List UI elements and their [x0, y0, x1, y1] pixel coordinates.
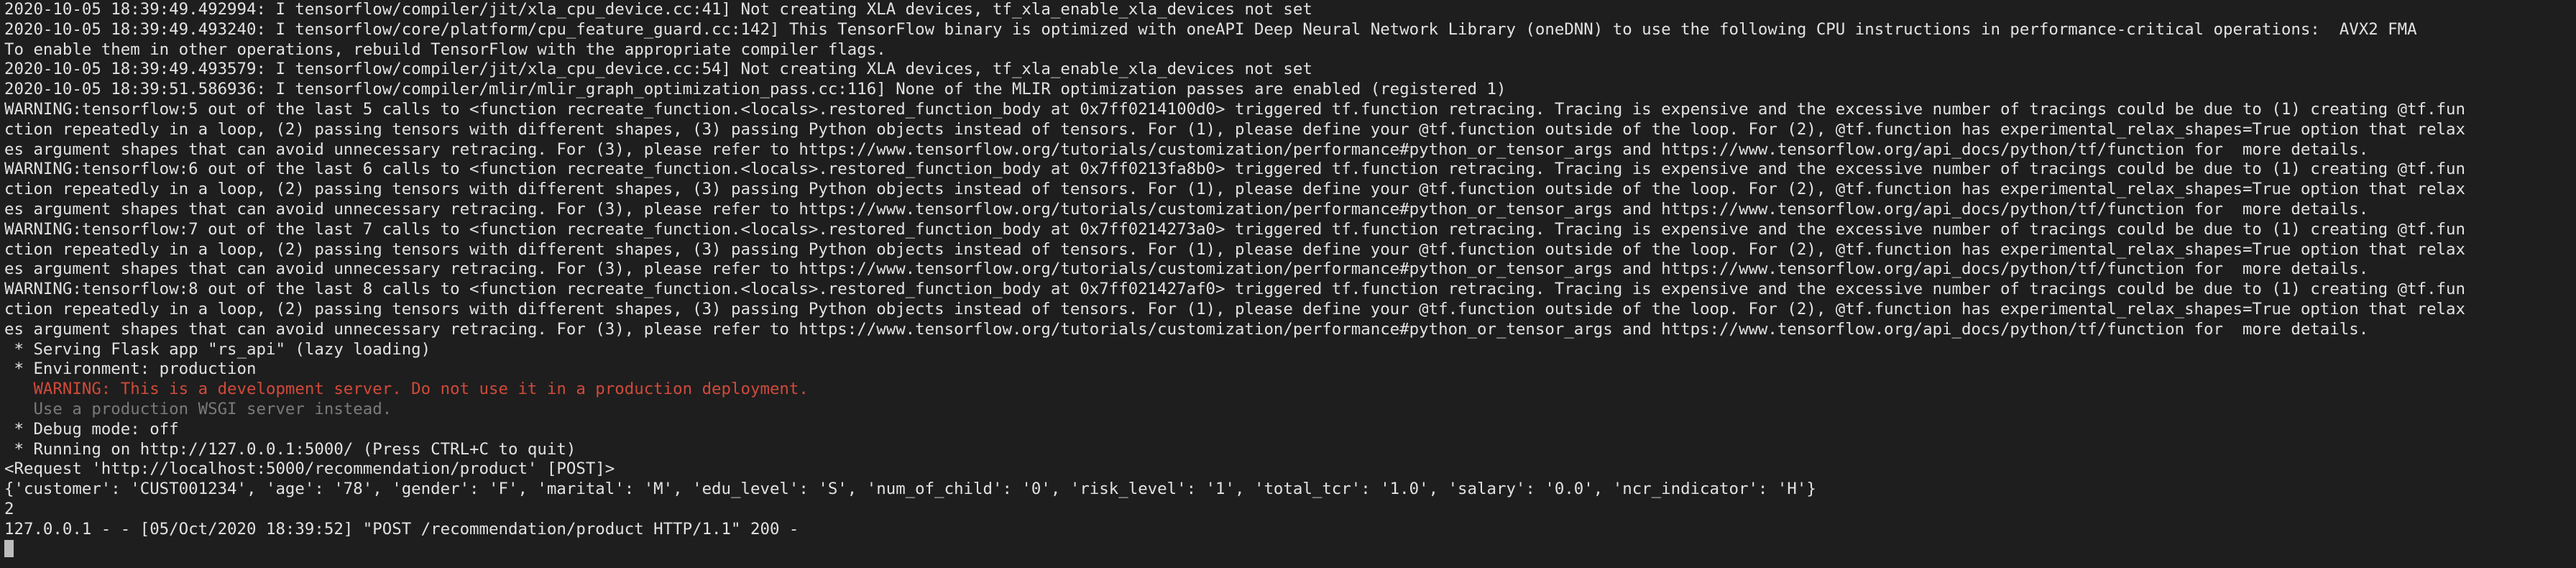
- terminal-line: es argument shapes that can avoid unnece…: [4, 199, 2369, 219]
- terminal-prompt-line[interactable]: [4, 539, 2576, 560]
- terminal-line: es argument shapes that can avoid unnece…: [4, 260, 2369, 279]
- terminal-line: * Running on http://127.0.0.1:5000/ (Pre…: [4, 439, 576, 459]
- terminal-line: <Request 'http://localhost:5000/recommen…: [4, 459, 615, 479]
- terminal-line: WARNING:tensorflow:5 out of the last 5 c…: [4, 99, 2465, 119]
- terminal-line: Use a production WSGI server instead.: [4, 399, 392, 418]
- terminal-line: * Serving Flask app "rs_api" (lazy loadi…: [4, 339, 431, 359]
- terminal-line: ction repeatedly in a loop, (2) passing …: [4, 119, 2465, 139]
- terminal-line: 127.0.0.1 - - [05/Oct/2020 18:39:52] "PO…: [4, 519, 799, 539]
- terminal-line: 2020-10-05 18:39:49.493579: I tensorflow…: [4, 60, 1312, 79]
- terminal-line: es argument shapes that can avoid unnece…: [4, 319, 2369, 339]
- terminal-line: WARNING: This is a development server. D…: [4, 380, 809, 399]
- terminal-line: ction repeatedly in a loop, (2) passing …: [4, 180, 2465, 199]
- terminal-line: WARNING:tensorflow:7 out of the last 7 c…: [4, 219, 2465, 239]
- terminal-line: ction repeatedly in a loop, (2) passing …: [4, 299, 2465, 319]
- text-cursor: [4, 539, 14, 557]
- terminal-lines: 2020-10-05 18:39:49.492994: I tensorflow…: [4, 0, 2576, 540]
- terminal-line: es argument shapes that can avoid unnece…: [4, 139, 2369, 159]
- terminal-line: * Debug mode: off: [4, 419, 179, 439]
- terminal-line: WARNING:tensorflow:6 out of the last 6 c…: [4, 160, 2465, 179]
- terminal-line: ction repeatedly in a loop, (2) passing …: [4, 239, 2465, 259]
- terminal-line: WARNING:tensorflow:8 out of the last 8 c…: [4, 280, 2465, 299]
- terminal-line: 2020-10-05 18:39:49.492994: I tensorflow…: [4, 0, 1312, 19]
- terminal-output[interactable]: 2020-10-05 18:39:49.492994: I tensorflow…: [0, 0, 2576, 568]
- terminal-line: 2020-10-05 18:39:49.493240: I tensorflow…: [4, 19, 2417, 39]
- terminal-line: {'customer': 'CUST001234', 'age': '78', …: [4, 480, 1816, 499]
- terminal-line: * Environment: production: [4, 359, 257, 379]
- terminal-line: To enable them in other operations, rebu…: [4, 40, 886, 59]
- terminal-line: 2: [4, 499, 14, 518]
- terminal-line: 2020-10-05 18:39:51.586936: I tensorflow…: [4, 80, 1506, 99]
